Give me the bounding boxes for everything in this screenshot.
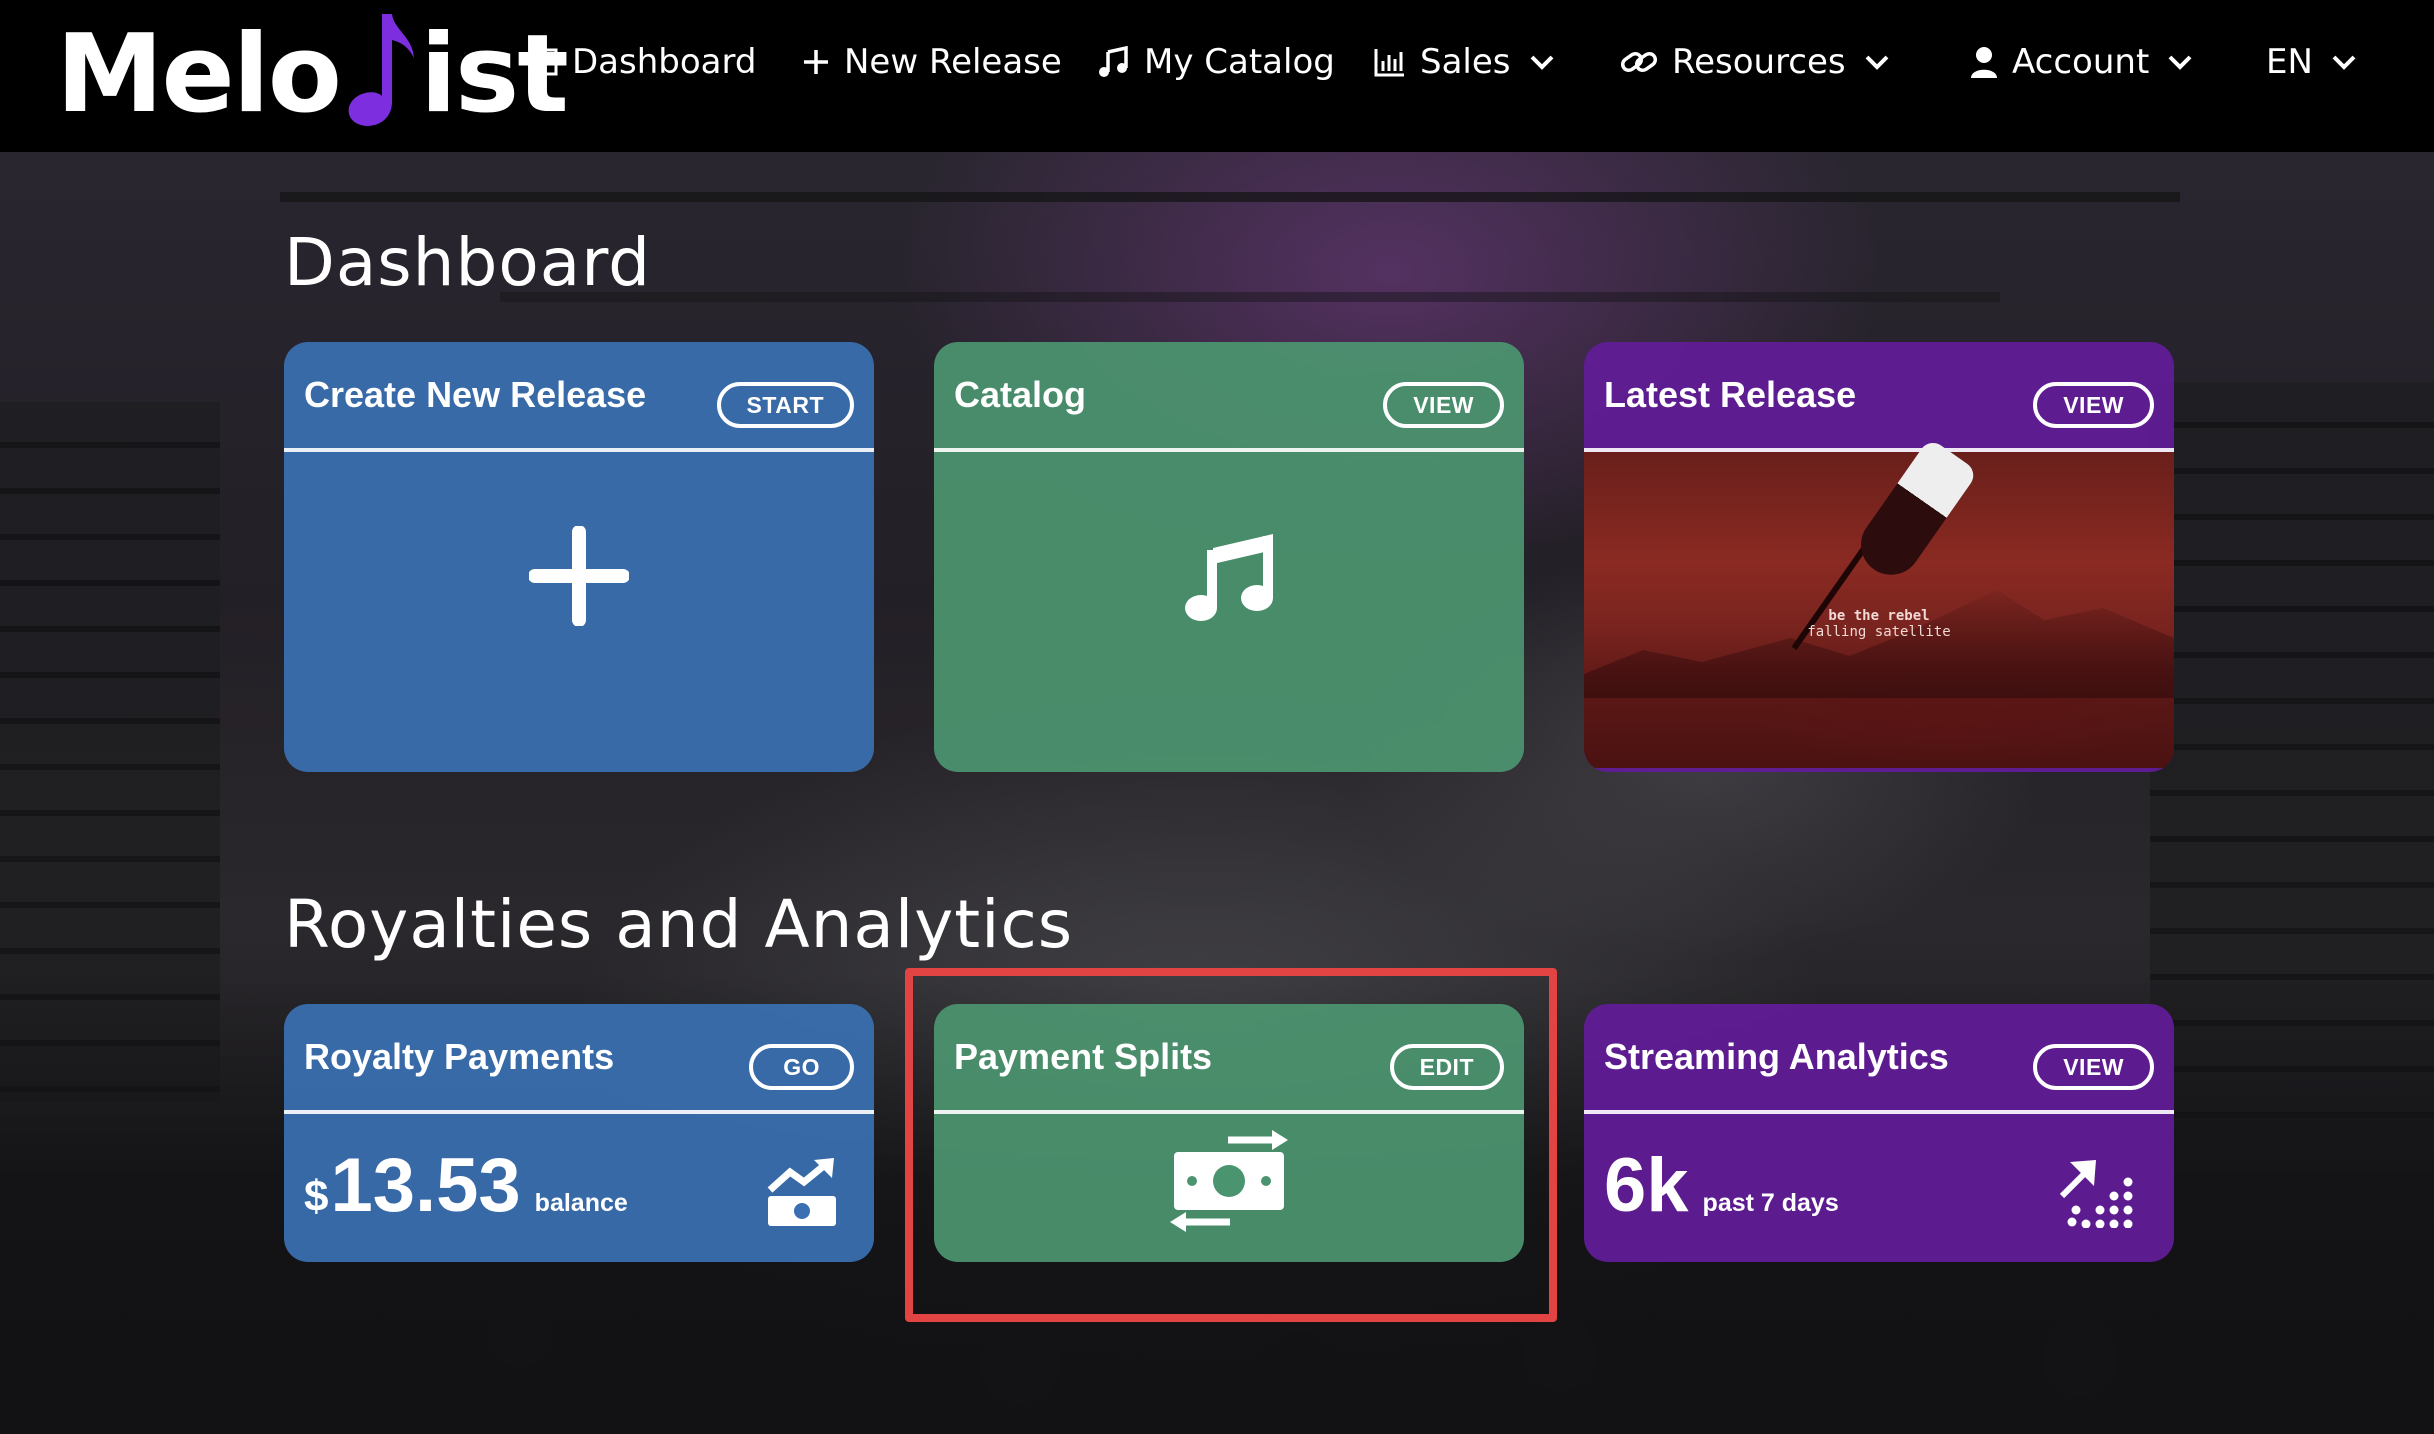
nav-dashboard[interactable]: Dashboard (528, 38, 756, 86)
music-note-icon (1185, 534, 1273, 621)
card-title: Streaming Analytics (1604, 1036, 1949, 1077)
view-analytics-button[interactable]: VIEW (2033, 1044, 2154, 1090)
nav-account-label: Account (2012, 42, 2150, 82)
nav-my-catalog-label: My Catalog (1144, 42, 1335, 82)
stage-truss (500, 292, 2000, 302)
nav-account[interactable]: Account (1970, 38, 2193, 86)
stage-truss (280, 192, 2180, 202)
streams-display: 6k past 7 days (1604, 1148, 1839, 1224)
chevron-down-icon (1530, 55, 1553, 70)
album-artist-text: falling satellite (1807, 624, 1951, 640)
create-new-release-card[interactable]: Create New Release START (284, 342, 874, 772)
bar-chart-icon (1374, 49, 1404, 77)
streams-value: 6k (1604, 1143, 1689, 1228)
card-body (934, 1114, 1524, 1258)
nav-sales[interactable]: Sales (1374, 38, 1555, 86)
card-title: Catalog (954, 374, 1087, 415)
money-growth-icon (767, 1158, 836, 1226)
card-header: Create New Release START (284, 342, 874, 452)
nav-sales-label: Sales (1420, 42, 1511, 82)
royalties-heading: Royalties and Analytics (284, 886, 1074, 963)
nav-language-label: EN (2266, 42, 2313, 82)
catalog-card[interactable]: Catalog VIEW (934, 342, 1524, 772)
nav-my-catalog[interactable]: My Catalog (1098, 38, 1335, 86)
currency-symbol: $ (304, 1172, 329, 1221)
chevron-down-icon (2332, 55, 2356, 70)
card-body (934, 452, 1524, 768)
dashboard-heading: Dashboard (284, 224, 652, 301)
payment-splits-card[interactable]: Payment Splits EDIT (934, 1004, 1524, 1262)
card-header: Streaming Analytics VIEW (1584, 1004, 2174, 1114)
chevron-down-icon (2168, 55, 2192, 70)
card-body (284, 452, 874, 768)
start-button[interactable]: START (716, 382, 854, 428)
streams-period-label: past 7 days (1702, 1189, 1839, 1217)
plus-icon (529, 526, 629, 626)
streaming-analytics-card[interactable]: Streaming Analytics VIEW 6k past 7 days (1584, 1004, 2174, 1262)
balance-amount: 13.53 (330, 1143, 521, 1228)
card-header: Catalog VIEW (934, 342, 1524, 452)
nav-new-release-label: New Release (844, 42, 1062, 82)
card-header: Royalty Payments GO (284, 1004, 874, 1114)
edit-button[interactable]: EDIT (1389, 1044, 1504, 1090)
music-note-icon (1099, 46, 1128, 77)
balance-display: $ 13.53 balance (304, 1148, 628, 1224)
grid-icon (528, 48, 558, 76)
nav-dashboard-label: Dashboard (572, 42, 757, 82)
card-header: Latest Release VIEW (1584, 342, 2174, 452)
nav-new-release[interactable]: New Release (802, 38, 1062, 86)
card-body: 6k past 7 days (1584, 1114, 2174, 1258)
latest-release-card[interactable]: Latest Release VIEW be the rebel falling… (1584, 342, 2174, 772)
user-icon (1971, 47, 1997, 78)
view-latest-release-button[interactable]: VIEW (2033, 382, 2154, 428)
album-satellite (1849, 437, 1979, 587)
chevron-down-icon (1865, 55, 1889, 70)
view-catalog-button[interactable]: VIEW (1383, 382, 1504, 428)
album-cover-image: be the rebel falling satellite (1584, 437, 2174, 768)
card-title: Latest Release (1604, 374, 1857, 415)
card-body: $ 13.53 balance (284, 1114, 874, 1258)
nav-language[interactable]: EN (2266, 38, 2357, 86)
nav-resources[interactable]: Resources (1620, 38, 1890, 86)
money-transfer-icon (1170, 1130, 1288, 1232)
royalty-payments-card[interactable]: Royalty Payments GO $ 13.53 balance (284, 1004, 874, 1262)
go-button[interactable]: GO (749, 1044, 854, 1090)
plus-icon (804, 50, 828, 74)
trend-up-dots-icon (2059, 1160, 2133, 1228)
nav-resources-label: Resources (1672, 42, 1846, 82)
top-navbar: Melo ist Dashboard New Release My Catalog… (0, 0, 2434, 152)
album-artwork: be the rebel falling satellite (1584, 437, 2174, 768)
link-icon (1620, 51, 1658, 73)
card-title: Royalty Payments (304, 1036, 615, 1077)
card-header: Payment Splits EDIT (934, 1004, 1524, 1114)
balance-label: balance (534, 1189, 628, 1217)
card-title: Create New Release (304, 374, 647, 415)
album-title-text: be the rebel (1828, 608, 1930, 624)
card-title: Payment Splits (954, 1036, 1213, 1077)
